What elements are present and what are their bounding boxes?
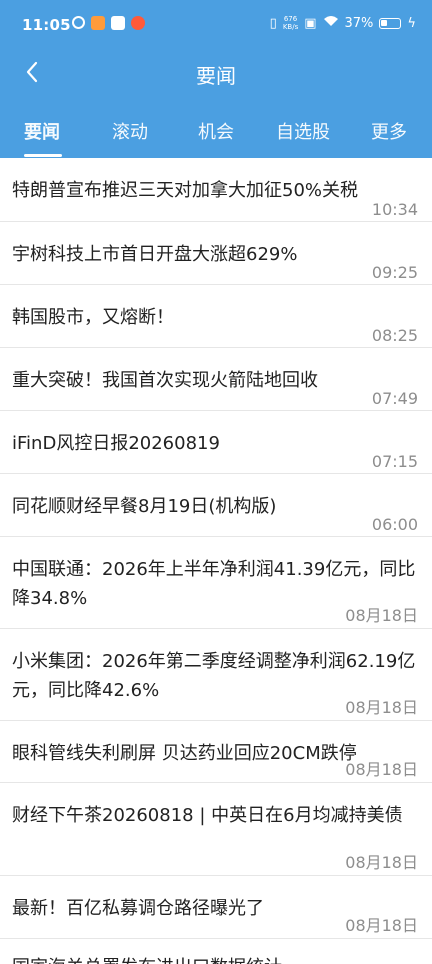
news-time: 07:15 bbox=[371, 452, 418, 471]
news-time: 10:34 bbox=[371, 200, 418, 219]
news-time: 07:49 bbox=[371, 389, 418, 408]
status-time: 11:05 bbox=[22, 16, 71, 34]
news-item[interactable]: 同花顺财经早餐8月19日(机构版) 06:00 bbox=[0, 474, 432, 537]
news-item[interactable]: 财经下午茶20260818 | 中英日在6月均减持美债 08月18日 bbox=[0, 783, 432, 876]
battery-icon bbox=[379, 17, 402, 29]
tab-opportunity[interactable]: 机会 bbox=[198, 118, 234, 144]
news-title: 重大突破！我国首次实现火箭陆地回收 bbox=[12, 370, 318, 391]
page-title: 要闻 bbox=[196, 64, 236, 88]
app-icon bbox=[111, 16, 125, 30]
nav-bar: 要闻 bbox=[0, 50, 432, 98]
news-item[interactable]: 最新！百亿私募调仓路径曝光了 08月18日 bbox=[0, 876, 432, 939]
app-header: 11:05 ▯ 676 KB/s ▣ 37% ϟ 要闻 要闻 滚动 机会 自选股… bbox=[0, 0, 432, 158]
news-time: 08月18日 bbox=[345, 760, 418, 779]
sim-icon: ▣ bbox=[304, 15, 317, 31]
news-title: 国家海关总署发布进出口数据统计 bbox=[12, 953, 420, 964]
news-item[interactable]: 眼科管线失利刷屏 贝达药业回应20CM跌停 08月18日 bbox=[0, 721, 432, 783]
news-title: 特朗普宣布推迟三天对加拿大加征50%关税 bbox=[12, 180, 359, 201]
status-bar: 11:05 ▯ 676 KB/s ▣ 37% ϟ bbox=[0, 0, 432, 50]
news-item[interactable]: 小米集团：2026年第二季度经调整净利润62.19亿元，同比降42.6% 08月… bbox=[0, 629, 432, 721]
news-item[interactable]: 特朗普宣布推迟三天对加拿大加征50%关税 10:34 bbox=[0, 158, 432, 222]
status-right: ▯ 676 KB/s ▣ 37% ϟ bbox=[270, 15, 416, 31]
news-item[interactable]: 中国联通：2026年上半年净利润41.39亿元，同比降34.8% 08月18日 bbox=[0, 537, 432, 629]
news-item[interactable]: 宇树科技上市首日开盘大涨超629% 09:25 bbox=[0, 222, 432, 285]
tab-rolling[interactable]: 滚动 bbox=[112, 118, 148, 144]
vibrate-icon: ▯ bbox=[269, 15, 277, 31]
news-time: 08月18日 bbox=[345, 606, 418, 625]
news-list: 特朗普宣布推迟三天对加拿大加征50%关税 10:34 宇树科技上市首日开盘大涨超… bbox=[0, 158, 432, 964]
charging-icon: ϟ bbox=[407, 15, 416, 31]
news-app-icon bbox=[131, 16, 145, 30]
news-item[interactable]: iFinD风控日报20260819 07:15 bbox=[0, 411, 432, 474]
tab-headlines[interactable]: 要闻 bbox=[24, 118, 60, 144]
news-time: 08月18日 bbox=[345, 916, 418, 935]
tab-bar: 要闻 滚动 机会 自选股 更多 bbox=[0, 112, 432, 158]
news-item[interactable]: 重大突破！我国首次实现火箭陆地回收 07:49 bbox=[0, 348, 432, 411]
news-title: 宇树科技上市首日开盘大涨超629% bbox=[12, 244, 298, 265]
news-time: 06:00 bbox=[371, 515, 418, 534]
sync-icon bbox=[72, 16, 85, 29]
news-item[interactable]: 国家海关总署发布进出口数据统计 bbox=[0, 939, 432, 964]
net-speed-value: 676 bbox=[283, 15, 298, 23]
news-title: 财经下午茶20260818 | 中英日在6月均减持美债 bbox=[12, 805, 403, 826]
net-speed-unit: KB/s bbox=[282, 23, 299, 31]
news-time: 08:25 bbox=[371, 326, 418, 345]
news-title: iFinD风控日报20260819 bbox=[12, 433, 220, 454]
battery-percent: 37% bbox=[344, 15, 374, 31]
news-title: 韩国股市，又熔断！ bbox=[12, 307, 174, 328]
news-time: 08月18日 bbox=[345, 853, 418, 872]
news-title: 同花顺财经早餐8月19日(机构版) bbox=[12, 496, 277, 517]
news-time: 09:25 bbox=[371, 263, 418, 282]
net-speed: 676 KB/s bbox=[283, 15, 298, 31]
tab-indicator bbox=[24, 154, 62, 157]
taobao-icon bbox=[91, 16, 105, 30]
news-time: 08月18日 bbox=[345, 698, 418, 717]
tab-more[interactable]: 更多 bbox=[371, 118, 407, 144]
tab-watchlist[interactable]: 自选股 bbox=[276, 118, 330, 144]
news-item[interactable]: 韩国股市，又熔断！ 08:25 bbox=[0, 285, 432, 348]
wifi-icon bbox=[323, 15, 339, 31]
notification-icons bbox=[72, 16, 145, 30]
